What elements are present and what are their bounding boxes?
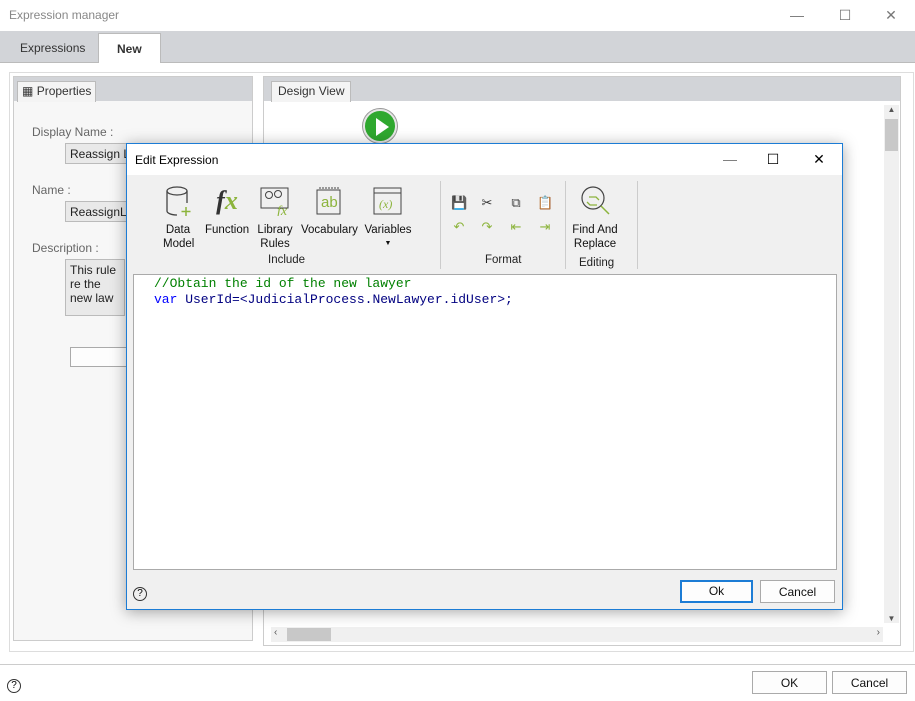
design-view-tab[interactable]: Design View — [271, 81, 352, 102]
dialog-minimize-button[interactable]: — — [715, 148, 745, 170]
function-icon: fx — [216, 186, 238, 215]
dialog-maximize-button[interactable]: ☐ — [758, 148, 788, 170]
description-label: Description : — [32, 241, 99, 255]
maximize-button[interactable]: ☐ — [830, 4, 860, 26]
dialog-ok-button[interactable]: Ok — [680, 580, 753, 603]
dialog-title-bar: Edit Expression — ☐ ✕ — [127, 144, 842, 175]
dialog-close-button[interactable]: ✕ — [804, 148, 834, 170]
database-icon — [161, 185, 197, 217]
tab-expressions[interactable]: Expressions — [2, 33, 103, 63]
tab-new[interactable]: New — [98, 33, 161, 63]
vocabulary-icon: ab — [311, 185, 347, 217]
svg-text:ab: ab — [321, 194, 338, 211]
close-button[interactable]: ✕ — [876, 4, 906, 26]
variables-button[interactable]: (x) Variables ▼ — [363, 185, 413, 251]
library-rules-button[interactable]: fx Library Rules — [255, 185, 295, 251]
find-replace-button[interactable]: Find And Replace — [569, 185, 621, 251]
include-group-label: Include — [268, 254, 306, 266]
code-keyword: var — [154, 292, 178, 307]
code-comment: //Obtain the id of the new lawyer — [154, 276, 412, 291]
window-title: Expression manager — [9, 8, 120, 22]
dialog-cancel-button[interactable]: Cancel — [760, 580, 835, 603]
edit-expression-dialog: Edit Expression — ☐ ✕ Data Model fx Func… — [126, 143, 843, 610]
cancel-button[interactable]: Cancel — [832, 671, 907, 694]
help-icon[interactable]: ? — [7, 679, 21, 693]
name-label: Name : — [32, 183, 71, 197]
dialog-help-icon[interactable]: ? — [133, 587, 147, 601]
ribbon: Data Model fx Function fx Library Rules … — [133, 179, 837, 269]
start-event-icon[interactable] — [363, 109, 397, 143]
properties-tab[interactable]: ▦ Properties — [17, 81, 97, 102]
undo-icon[interactable]: ↶ — [451, 219, 467, 235]
svg-text:fx: fx — [277, 204, 288, 216]
format-group-label: Format — [485, 254, 522, 266]
svg-text:(x): (x) — [379, 197, 392, 211]
indent-icon[interactable]: ⇥ — [537, 219, 553, 235]
function-button[interactable]: fx Function — [205, 185, 249, 237]
library-rules-icon: fx — [257, 185, 293, 217]
code-statement: UserId=<JudicialProcess.NewLawyer.idUser… — [177, 292, 513, 307]
dialog-title: Edit Expression — [135, 153, 219, 167]
editing-group-label: Editing — [579, 257, 615, 269]
chevron-down-icon: ▼ — [384, 240, 392, 247]
paste-icon[interactable]: 📋 — [537, 195, 553, 211]
ok-button[interactable]: OK — [752, 671, 827, 694]
redo-icon[interactable]: ↷ — [479, 219, 495, 235]
horizontal-scrollbar[interactable]: ‹ › — [271, 627, 883, 642]
vertical-scrollbar[interactable]: ▲ ▼ — [884, 105, 899, 623]
display-name-label: Display Name : — [32, 125, 114, 139]
save-icon[interactable]: 💾 — [451, 195, 467, 211]
outdent-icon[interactable]: ⇤ — [508, 219, 524, 235]
tab-strip: Expressions New — [0, 31, 915, 63]
find-replace-icon — [577, 185, 613, 217]
minimize-button[interactable]: — — [782, 4, 812, 26]
variables-icon: (x) — [370, 185, 406, 217]
copy-icon[interactable]: ⧉ — [508, 195, 524, 211]
code-editor[interactable]: //Obtain the id of the new lawyer var Us… — [133, 274, 837, 570]
vocabulary-button[interactable]: ab Vocabulary — [301, 185, 358, 237]
cut-icon[interactable]: ✂ — [479, 195, 495, 211]
description-field[interactable]: This rule re the new law — [65, 259, 125, 316]
properties-icon: ▦ — [22, 84, 34, 98]
data-model-button[interactable]: Data Model — [161, 185, 195, 251]
